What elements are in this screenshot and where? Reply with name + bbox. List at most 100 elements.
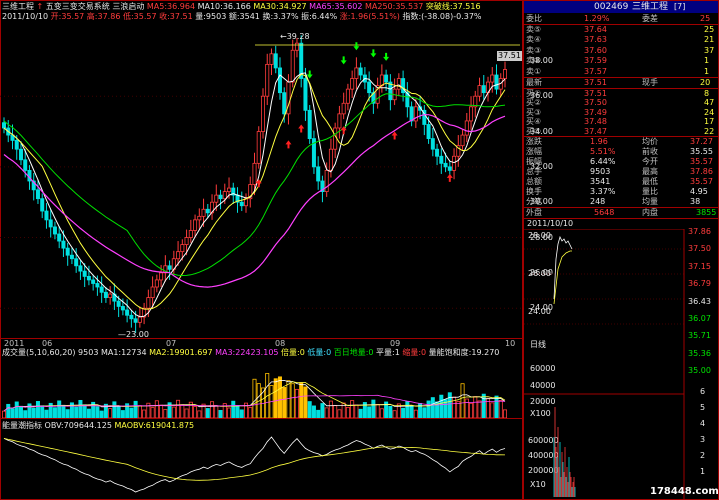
bar-value: 量:9503 xyxy=(192,12,227,21)
stat-row: 分笔 248 均量 38 xyxy=(524,197,719,207)
buy-arrow-icon xyxy=(285,140,292,149)
volume-bar xyxy=(18,405,23,418)
volume-bar xyxy=(180,404,185,418)
candle-body xyxy=(150,286,155,298)
volume-bar xyxy=(481,393,486,418)
xianshou-value: 20 xyxy=(700,78,711,87)
candle-body xyxy=(447,166,452,171)
stat-value: 38 xyxy=(690,197,701,206)
chart-header-row1: 三维工程 ↑ 五变三变交易系统 三浪启动 MA5:36.964 MA10:36.… xyxy=(2,2,481,12)
stat-label: 最低 xyxy=(642,177,658,186)
bar-value: 振:6.44% xyxy=(298,12,338,21)
volume-bar xyxy=(227,407,232,418)
candle-body xyxy=(401,78,406,94)
volume-chart[interactable] xyxy=(0,358,523,418)
latest-value: 37.51 xyxy=(584,78,607,87)
price-chart[interactable] xyxy=(0,22,523,340)
candle-body xyxy=(146,297,151,309)
candle-body xyxy=(464,120,469,136)
candle-body xyxy=(222,191,227,200)
obv-chart[interactable] xyxy=(0,430,523,500)
date-tick: 10 xyxy=(505,339,516,348)
page-indicator: [7] xyxy=(674,2,686,11)
chart-header-row2: 2011/10/10 开:35.57 高:37.86 低:35.57 收:37.… xyxy=(2,12,482,22)
sell-arrow-icon xyxy=(383,52,390,61)
candle-body xyxy=(490,74,495,83)
candle-body xyxy=(341,102,346,115)
candle-body xyxy=(205,208,210,214)
stock-code: 002469 xyxy=(594,2,629,12)
candle-body xyxy=(201,208,206,217)
stat-label: 涨幅 xyxy=(526,147,542,156)
volume-value: 百日地量:0 xyxy=(331,348,374,357)
candle-body xyxy=(494,74,499,90)
intraday-volume-tick: 5 xyxy=(700,403,706,412)
volume-bar xyxy=(6,403,11,418)
ma-value: MA250:35.537 xyxy=(362,2,424,11)
stat-label: 量比 xyxy=(642,187,658,196)
stat-label: 均价 xyxy=(642,137,658,146)
candle-body xyxy=(282,92,287,115)
volume-bar xyxy=(328,400,333,418)
volume-bar xyxy=(159,404,164,418)
stat-value: 248 xyxy=(590,197,606,206)
candle-body xyxy=(256,131,261,164)
ma-value: MA30:34.927 xyxy=(250,2,307,11)
volume-bar xyxy=(74,406,79,418)
intraday-right-tick: 35.00 xyxy=(688,366,711,376)
volume-bar xyxy=(286,380,291,418)
volume-bar xyxy=(197,410,202,418)
indicator-subtitle: 三浪启动 xyxy=(112,2,145,11)
volume-bar xyxy=(163,409,168,418)
candle-body xyxy=(443,162,448,168)
volume-bar xyxy=(171,406,176,418)
volume-bar xyxy=(469,402,474,418)
candle-body xyxy=(23,159,28,171)
volume-bar xyxy=(498,400,503,418)
bar-value: 高:37.86 xyxy=(84,12,121,21)
stat-label: 总手 xyxy=(526,167,542,176)
latest-label: 最新 xyxy=(526,78,542,87)
intraday-price-line xyxy=(553,235,573,300)
volume-value: 9503 xyxy=(78,348,99,357)
sell-label: 卖② xyxy=(526,56,542,66)
candle-body xyxy=(477,85,482,97)
candle-body xyxy=(2,122,7,129)
stat-value: 9503 xyxy=(590,167,611,176)
volume-bar xyxy=(231,400,236,418)
candle-body xyxy=(57,233,62,242)
candle-body xyxy=(116,300,121,307)
candle-body xyxy=(44,210,49,221)
weibi-row: 委比 1.29% 委差 25 xyxy=(524,14,719,24)
indicator-name: 五变三变交易系统 xyxy=(45,2,110,11)
xianshou-label: 现手 xyxy=(642,78,658,87)
volume-value: 平量:1 xyxy=(373,348,400,357)
volume-bar xyxy=(235,405,240,418)
stat-value: 4.95 xyxy=(690,187,708,196)
volume-bar xyxy=(2,410,7,418)
volume-bar xyxy=(337,409,342,418)
candle-body xyxy=(95,283,100,288)
waipan-label: 外盘 xyxy=(526,208,542,217)
neipan-label: 内盘 xyxy=(642,208,658,217)
intraday-right-tick: 37.86 xyxy=(688,227,711,236)
volume-bar xyxy=(31,407,36,418)
sell-arrow-icon xyxy=(370,49,377,58)
volume-bar xyxy=(210,401,215,418)
candle-body xyxy=(227,187,232,192)
intraday-right-tick: 35.71 xyxy=(688,331,711,341)
candle-body xyxy=(460,134,465,147)
volume-bar xyxy=(290,383,295,418)
volume-value: MA2:19901.697 xyxy=(146,348,213,357)
candle-body xyxy=(333,127,338,150)
volume-value: 低量:0 xyxy=(304,348,332,357)
candle-body xyxy=(396,78,401,90)
candle-body xyxy=(103,291,108,298)
volume-bar xyxy=(422,407,427,418)
sell-volume: 25 xyxy=(704,25,715,34)
sell-row: 卖④ 37.63 21 xyxy=(524,35,719,45)
volume-bar xyxy=(116,405,121,418)
candle-body xyxy=(18,148,23,161)
volume-bar xyxy=(460,383,465,418)
volume-bar xyxy=(345,406,350,418)
